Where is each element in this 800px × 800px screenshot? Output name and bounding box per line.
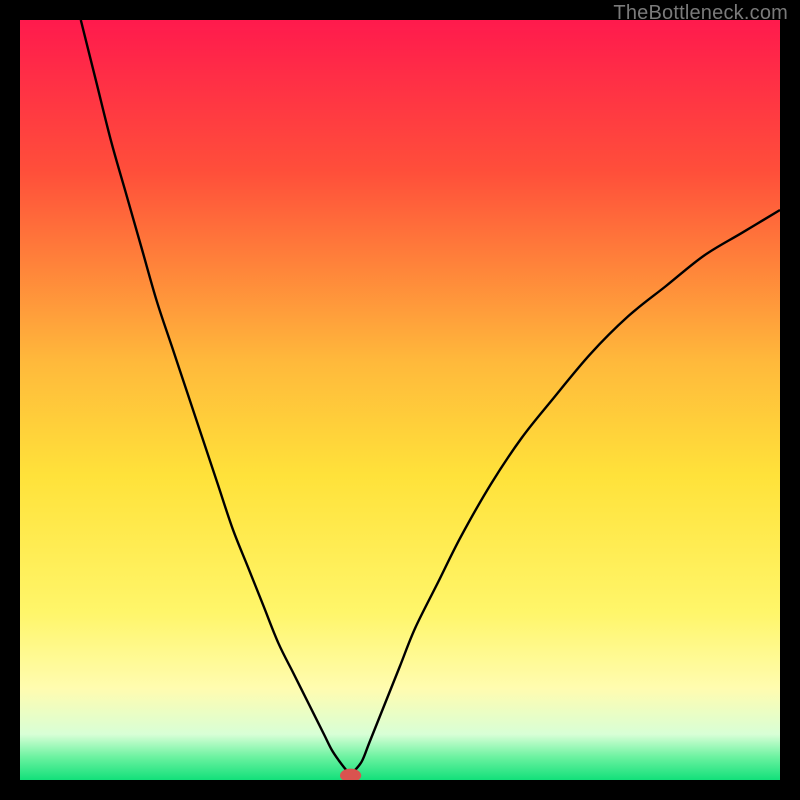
bottleneck-chart (20, 20, 780, 780)
chart-frame: TheBottleneck.com (0, 0, 800, 800)
